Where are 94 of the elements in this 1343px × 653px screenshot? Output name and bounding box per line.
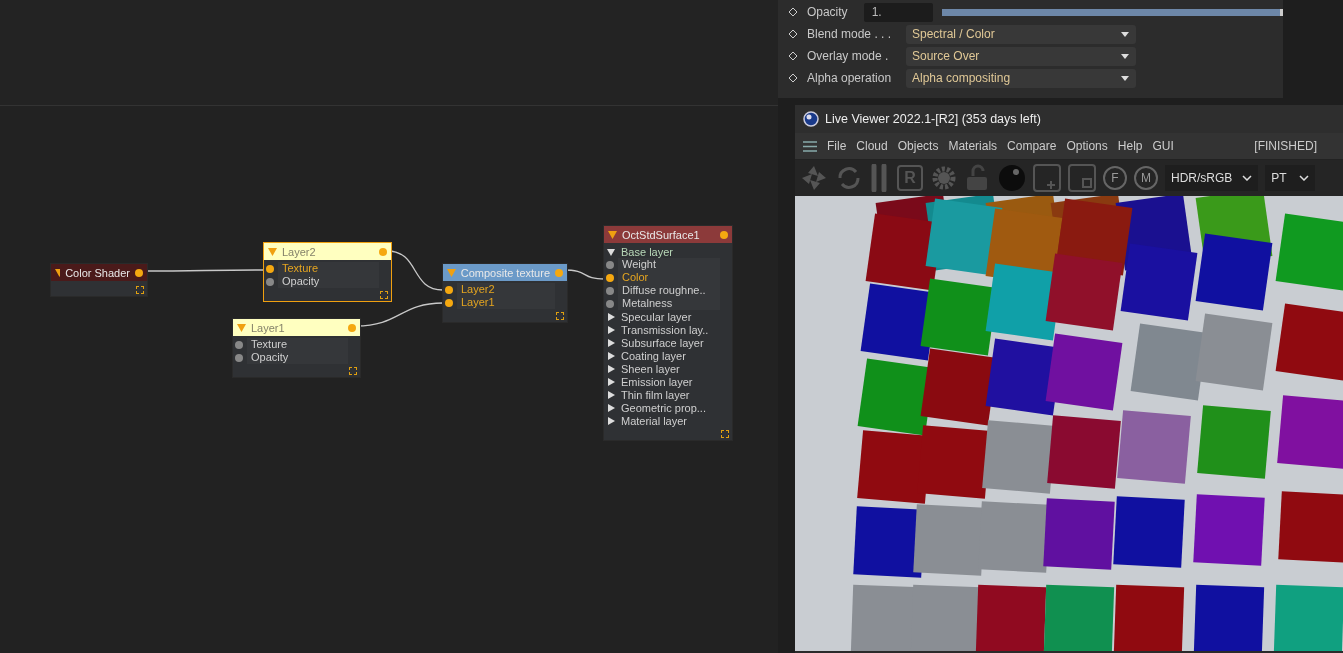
node[interactable]: [603, 225, 733, 441]
port-label: Layer2: [457, 283, 555, 296]
section-label[interactable]: Transmission lay..: [621, 323, 709, 336]
menu-item[interactable]: Objects: [897, 139, 939, 153]
menu-item[interactable]: File: [827, 139, 847, 153]
input-port-icon[interactable]: [606, 286, 614, 295]
caret-icon: [1242, 175, 1253, 181]
pin-button[interactable]: F: [1103, 166, 1127, 190]
section-label[interactable]: Specular layer: [621, 310, 692, 323]
output-port-icon[interactable]: [720, 230, 728, 239]
port-label: Layer1: [457, 296, 555, 309]
attribute-label: Alpha operation: [807, 71, 893, 85]
expand-arrow-icon[interactable]: [607, 351, 615, 360]
section-label[interactable]: Coating layer: [621, 349, 686, 362]
port-label: Metalness: [618, 297, 720, 310]
menu-item[interactable]: Materials: [948, 139, 998, 153]
attribute-label: Blend mode . . .: [807, 27, 893, 41]
input-port-icon[interactable]: [266, 277, 274, 286]
menu-item[interactable]: Cloud: [856, 139, 888, 153]
expand-arrow-icon[interactable]: [607, 364, 615, 373]
expand-arrow-icon[interactable]: [607, 403, 615, 412]
menu-item[interactable]: GUI: [1152, 139, 1174, 153]
expand-arrow-icon[interactable]: [607, 247, 615, 256]
port-label: Color: [618, 271, 720, 284]
expand-arrow-icon[interactable]: [607, 312, 615, 321]
port-label: Opacity: [247, 351, 348, 364]
app-logo-icon: [803, 111, 819, 127]
expand-arrow-icon[interactable]: [607, 377, 615, 386]
expand-arrow-icon[interactable]: [607, 325, 615, 334]
caret-icon: [1121, 75, 1129, 81]
section-label[interactable]: Emission layer: [621, 375, 693, 388]
section-label[interactable]: Geometric prop...: [621, 401, 706, 414]
port-label: Opacity: [278, 275, 379, 288]
input-port-icon[interactable]: [445, 285, 453, 294]
opacity-input[interactable]: 1.: [863, 2, 934, 22]
node-title: OctStdSurface1: [622, 228, 701, 241]
input-port-icon[interactable]: [606, 273, 614, 282]
resize-handle-icon[interactable]: [380, 291, 388, 299]
resize-handle-icon[interactable]: [136, 286, 144, 294]
resize-handle-icon[interactable]: [556, 312, 564, 320]
section-label[interactable]: Sheen layer: [621, 362, 680, 375]
expand-arrow-icon[interactable]: [607, 416, 615, 425]
window-title: Live Viewer 2022.1-[R2] (353 days left): [825, 112, 1041, 126]
input-port-icon[interactable]: [606, 260, 614, 269]
node-title: Layer1: [251, 321, 286, 334]
port-label: Texture: [278, 262, 379, 275]
keyframe-diamond-icon[interactable]: [788, 7, 798, 17]
menu-item[interactable]: Compare: [1007, 139, 1057, 153]
node[interactable]: Layer2 Texture Opacity: [263, 242, 392, 302]
input-port-icon[interactable]: [445, 298, 453, 307]
section-label[interactable]: Base layer: [621, 245, 673, 258]
section-label[interactable]: Material layer: [621, 414, 688, 427]
menu-item[interactable]: Options: [1066, 139, 1108, 153]
collapse-triangle-icon[interactable]: [608, 230, 617, 239]
opacity-slider[interactable]: [942, 8, 1283, 16]
node-title: Composite texture: [460, 266, 550, 279]
sphere-icon[interactable]: [998, 164, 1026, 192]
node[interactable]: Color Shader: [50, 263, 148, 297]
expand-arrow-icon[interactable]: [607, 390, 615, 399]
node-title: Layer2: [282, 245, 317, 258]
caret-icon: [1299, 175, 1310, 181]
pin-button[interactable]: M: [1134, 166, 1158, 190]
attribute-label: Overlay mode .: [807, 49, 890, 63]
dropdown[interactable]: PT: [1265, 165, 1316, 191]
output-port-icon[interactable]: [135, 268, 143, 277]
input-port-icon[interactable]: [266, 264, 274, 273]
render-status: [FINISHED]: [1254, 139, 1317, 153]
section-label[interactable]: Thin film layer: [621, 388, 690, 401]
dropdown[interactable]: Alpha compositing: [906, 68, 1136, 88]
node-title: Color Shader: [65, 266, 130, 279]
node[interactable]: Composite texture Layer2 Layer1: [442, 263, 568, 323]
menu-item[interactable]: Help: [1117, 139, 1143, 153]
menu-icon[interactable]: [803, 140, 817, 152]
section-label[interactable]: Subsurface layer: [621, 336, 704, 349]
keyframe-diamond-icon[interactable]: [788, 73, 798, 83]
keyframe-diamond-icon[interactable]: [788, 29, 798, 39]
node[interactable]: Layer1 Texture Opacity: [232, 318, 361, 378]
expand-arrow-icon[interactable]: [607, 338, 615, 347]
dropdown[interactable]: Spectral / Color: [906, 24, 1136, 44]
port-label: Weight: [618, 258, 720, 271]
input-port-icon[interactable]: [606, 299, 614, 308]
dropdown[interactable]: HDR/sRGB: [1165, 165, 1259, 191]
collapse-triangle-icon[interactable]: [55, 268, 61, 277]
resize-handle-icon[interactable]: [721, 430, 729, 438]
port-label: Texture: [247, 338, 348, 351]
port-label: Diffuse roughne..: [618, 284, 720, 297]
input-port-icon[interactable]: [235, 340, 243, 349]
resize-handle-icon[interactable]: [349, 367, 357, 375]
caret-icon: [1121, 31, 1129, 37]
opacity-label: Opacity: [806, 5, 849, 19]
dropdown[interactable]: Source Over: [906, 46, 1136, 66]
keyframe-diamond-icon[interactable]: [788, 51, 798, 61]
caret-icon: [1121, 53, 1129, 59]
input-port-icon[interactable]: [235, 353, 243, 362]
